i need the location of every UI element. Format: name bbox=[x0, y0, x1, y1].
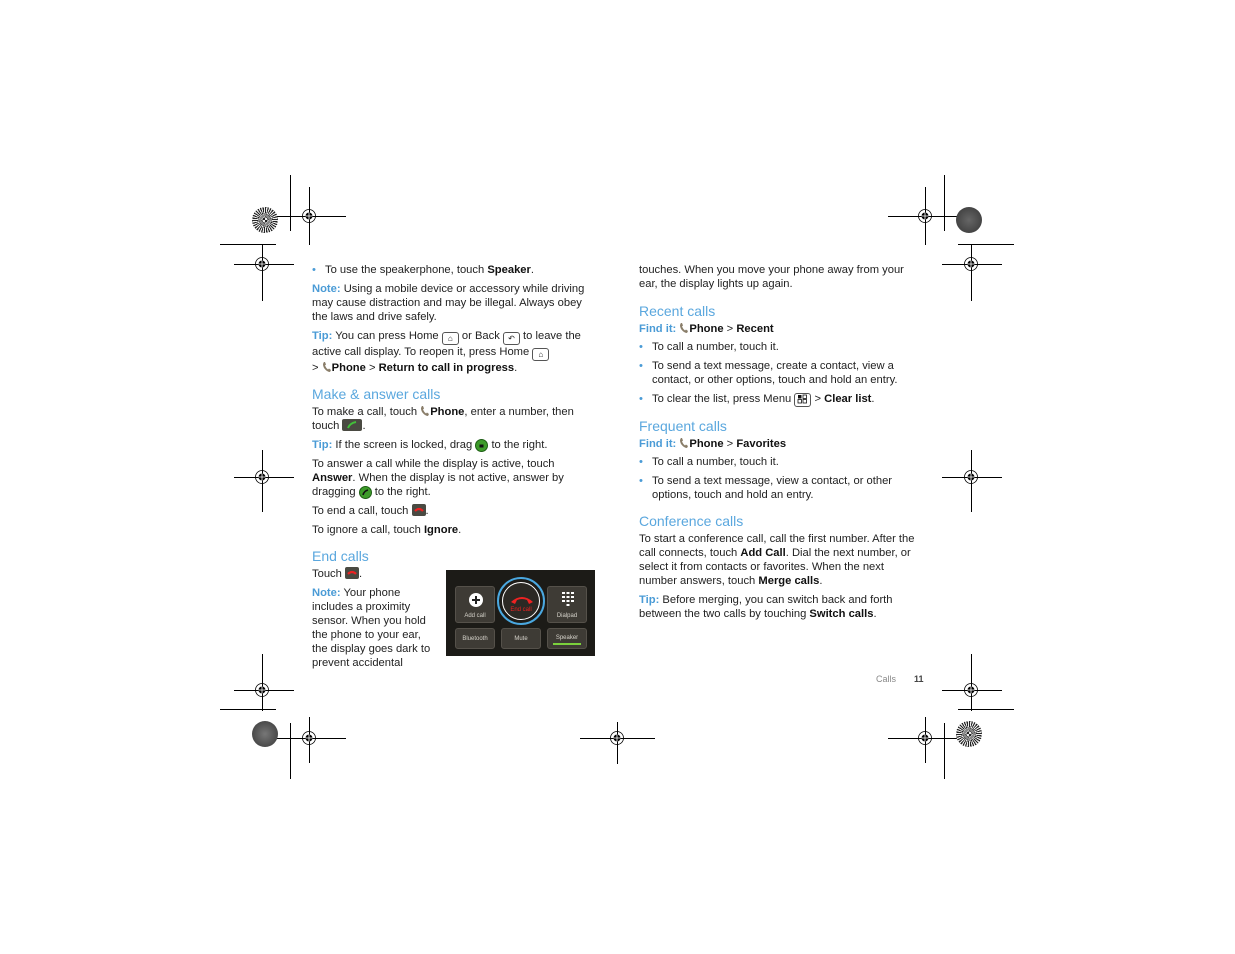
starburst-target-icon bbox=[252, 207, 278, 233]
tip-paragraph: Tip: You can press Home ⌂ or Back ↶ to l… bbox=[312, 330, 581, 374]
list-item: To send a text message, view a contact, … bbox=[639, 474, 924, 502]
find-it-path: Find it: Phone > Favorites bbox=[639, 438, 787, 450]
home-key-icon: ⌂ bbox=[441, 332, 459, 345]
add-call-button: Add call bbox=[455, 586, 495, 623]
find-it-path: Find it: Phone > Recent bbox=[639, 323, 774, 335]
tip-label: Tip: bbox=[639, 594, 660, 606]
list-item: To use the speakerphone, touch Speaker. bbox=[312, 263, 597, 277]
speaker-bullet-list: To use the speakerphone, touch Speaker. bbox=[312, 263, 597, 277]
list-item: To call a number, touch it. bbox=[639, 455, 924, 469]
tip-paragraph: Tip: If the screen is locked, drag to th… bbox=[312, 439, 548, 452]
end-call-button: End call bbox=[497, 577, 545, 625]
crop-mark bbox=[958, 244, 1014, 245]
in-call-screen-image: Add call End call Dialpad Bluetooth Mute… bbox=[446, 570, 595, 656]
back-key-icon: ↶ bbox=[502, 332, 520, 345]
crop-mark bbox=[220, 709, 276, 710]
note-label: Note: bbox=[312, 587, 341, 599]
mute-button: Mute bbox=[501, 628, 541, 649]
tip-paragraph: Tip: Before merging, you can switch back… bbox=[639, 594, 893, 620]
starburst-target-icon bbox=[956, 207, 982, 233]
registration-target-icon bbox=[302, 731, 316, 745]
crop-mark bbox=[220, 244, 276, 245]
find-it-label: Find it: bbox=[639, 438, 677, 450]
paragraph: To make a call, touch Phone, enter a num… bbox=[312, 406, 574, 432]
menu-key-icon bbox=[794, 393, 812, 407]
end-call-button-icon bbox=[344, 567, 359, 579]
crop-mark bbox=[262, 244, 263, 301]
crop-mark bbox=[290, 175, 291, 231]
phone-app-icon bbox=[322, 362, 331, 372]
registration-target-icon bbox=[302, 209, 316, 223]
note-label: Note: bbox=[312, 283, 341, 295]
crop-mark bbox=[290, 723, 291, 779]
unlock-slider-icon bbox=[475, 439, 489, 452]
home-key-icon: ⌂ bbox=[532, 348, 550, 361]
note-paragraph: Note: Using a mobile device or accessory… bbox=[312, 283, 585, 323]
starburst-target-icon bbox=[252, 721, 278, 747]
registration-target-icon bbox=[918, 209, 932, 223]
crop-mark bbox=[944, 175, 945, 231]
crop-mark bbox=[944, 723, 945, 779]
tip-label: Tip: bbox=[312, 439, 333, 451]
crop-mark bbox=[958, 709, 1014, 710]
heading-make-answer-calls: Make & answer calls bbox=[312, 386, 441, 402]
frequent-calls-list: To call a number, touch it. To send a te… bbox=[639, 455, 924, 502]
heading-conference-calls: Conference calls bbox=[639, 513, 744, 529]
heading-frequent-calls: Frequent calls bbox=[639, 418, 727, 434]
heading-recent-calls: Recent calls bbox=[639, 303, 716, 319]
paragraph: To answer a call while the display is ac… bbox=[312, 458, 564, 499]
registration-target-icon bbox=[964, 470, 978, 484]
dialpad-button: Dialpad bbox=[547, 586, 587, 623]
list-item: To clear the list, press Menu > Clear li… bbox=[639, 392, 924, 407]
end-call-icon bbox=[511, 597, 533, 604]
phone-app-icon bbox=[680, 323, 689, 333]
paragraph: To start a conference call, call the fir… bbox=[639, 533, 915, 587]
registration-target-icon bbox=[255, 470, 269, 484]
tip-label: Tip: bbox=[312, 330, 333, 342]
registration-target-icon bbox=[255, 683, 269, 697]
speaker-button: Speaker bbox=[547, 628, 587, 649]
dialpad-icon bbox=[562, 592, 574, 606]
list-item: To send a text message, create a contact… bbox=[639, 359, 924, 387]
registration-target-icon bbox=[964, 257, 978, 271]
registration-target-icon bbox=[964, 683, 978, 697]
answer-slider-icon bbox=[358, 486, 372, 499]
registration-target-icon bbox=[918, 731, 932, 745]
call-button-icon bbox=[342, 419, 363, 431]
note-paragraph: Note: Your phone includes a proximity se… bbox=[312, 587, 431, 669]
registration-target-icon bbox=[255, 257, 269, 271]
recent-calls-list: To call a number, touch it. To send a te… bbox=[639, 340, 924, 407]
starburst-target-icon bbox=[956, 721, 982, 747]
speaker-active-indicator bbox=[553, 643, 581, 645]
paragraph: touches. When you move your phone away f… bbox=[639, 264, 904, 290]
registration-target-icon bbox=[610, 731, 624, 745]
bluetooth-button: Bluetooth bbox=[455, 628, 495, 649]
phone-app-icon bbox=[680, 438, 689, 448]
phone-app-icon bbox=[421, 406, 430, 416]
paragraph: To ignore a call, touch Ignore. bbox=[312, 524, 462, 536]
paragraph: To end a call, touch . bbox=[312, 504, 429, 517]
end-call-button-icon bbox=[411, 504, 426, 516]
heading-end-calls: End calls bbox=[312, 548, 369, 564]
list-item: To call a number, touch it. bbox=[639, 340, 924, 354]
right-column: touches. When you move your phone away f… bbox=[639, 263, 924, 626]
crop-mark bbox=[971, 244, 972, 301]
manual-page: To use the speakerphone, touch Speaker. … bbox=[0, 0, 1235, 954]
page-number: 11 bbox=[914, 674, 924, 684]
find-it-label: Find it: bbox=[639, 323, 677, 335]
footer-section-name: Calls bbox=[876, 674, 897, 684]
add-icon bbox=[469, 593, 483, 607]
